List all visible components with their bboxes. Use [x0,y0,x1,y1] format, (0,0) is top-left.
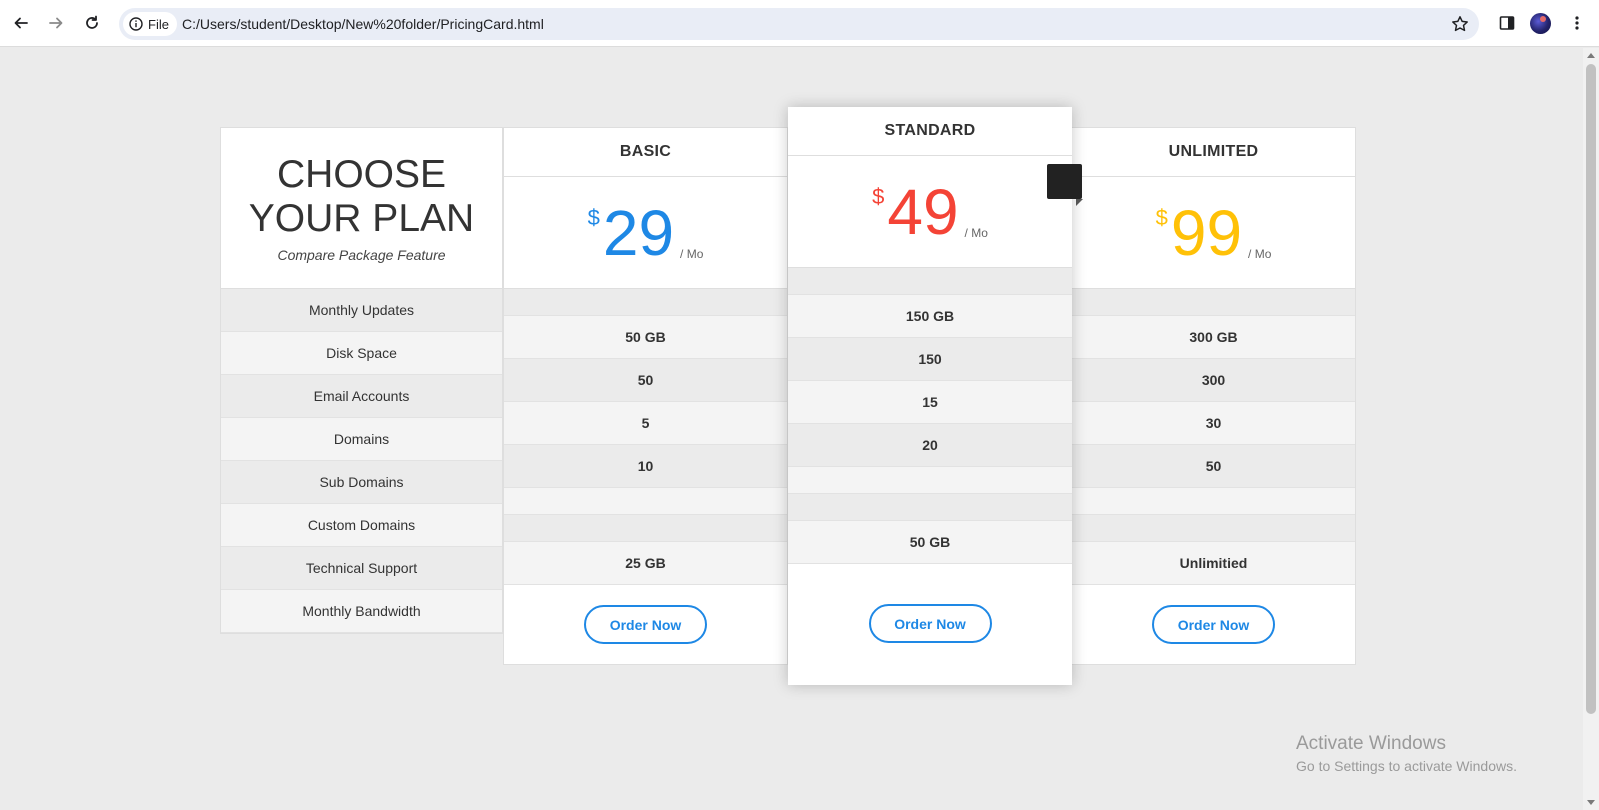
plan-value [504,515,787,542]
feature-header: CHOOSE YOUR PLAN Compare Package Feature [221,128,502,289]
site-info-chip[interactable]: File [123,12,177,36]
file-chip-label: File [148,16,169,32]
currency-symbol: $ [1155,204,1168,230]
plan-value: 15 [788,381,1072,424]
price-period: / Mo [964,225,988,240]
plan-name: BASIC [504,128,787,177]
order-now-button-standard[interactable]: Order Now [868,604,992,643]
feature-label: Monthly Bandwidth [221,590,502,633]
plan-value [504,289,787,316]
feature-label: Domains [221,418,502,461]
feature-label: Monthly Updates [221,289,502,332]
bookmark-button[interactable] [1449,13,1471,35]
plan-value: 50 GB [788,521,1072,564]
plan-name: STANDARD [788,107,1072,156]
order-now-button-unlimited[interactable]: Order Now [1152,605,1275,644]
order-area: Order Now [788,564,1072,683]
currency-symbol: $ [872,183,885,209]
feature-column: CHOOSE YOUR PLAN Compare Package Feature… [220,127,503,634]
plan-value [788,494,1072,521]
plan-value: 30 [1072,402,1355,445]
page-subtitle: Compare Package Feature [277,247,446,263]
title-line-1: CHOOSE [276,153,447,196]
windows-activation-watermark: Activate Windows Go to Settings to activ… [1296,733,1517,774]
plan-price: $ 49 / Mo [788,156,1072,268]
reload-button[interactable] [81,12,103,34]
price-period: / Mo [1248,246,1272,261]
plan-value: 50 [1072,445,1355,488]
plan-value [788,268,1072,295]
order-now-button-basic[interactable]: Order Now [584,605,707,644]
browser-menu-button[interactable] [1566,12,1588,34]
order-area: Order Now [1072,585,1355,664]
plan-value: 50 [504,359,787,402]
scroll-thumb[interactable] [1586,64,1596,714]
plan-card-basic: BASIC $ 29 / Mo 50 GB 50 5 10 25 GB Orde… [503,127,788,665]
plan-card-standard: STANDARD $ 49 / Mo 150 GB 150 15 20 50 G… [788,107,1072,685]
feature-label: Disk Space [221,332,502,375]
scroll-down-icon[interactable] [1587,800,1595,805]
plan-value: 20 [788,424,1072,467]
featured-ribbon [1047,164,1083,206]
plan-value: 50 GB [504,316,787,359]
plan-value [504,488,787,515]
price-period: / Mo [680,246,704,261]
info-icon [129,17,143,31]
plan-value [788,467,1072,494]
plan-value: Unlimitied [1072,542,1355,585]
arrow-left-icon [14,17,28,29]
feature-label: Technical Support [221,547,502,590]
url-text[interactable]: C:/Users/student/Desktop/New%20folder/Pr… [182,16,544,32]
watermark-subtitle: Go to Settings to activate Windows. [1296,758,1517,774]
price-amount: 99 [1170,196,1243,269]
page-title: CHOOSE YOUR PLAN [249,153,474,241]
page-scrollbar[interactable] [1583,48,1599,810]
feature-list: Monthly Updates Disk Space Email Account… [221,289,502,633]
price-amount: 49 [887,175,959,248]
plan-value: 25 GB [504,542,787,585]
plan-value: 150 [788,338,1072,381]
side-panel-icon [1499,16,1515,30]
plan-price: $ 29 / Mo [504,177,787,289]
plan-name: UNLIMITED [1072,128,1355,177]
plan-value: 300 GB [1072,316,1355,359]
more-vert-icon [1575,16,1579,30]
address-bar[interactable]: File C:/Users/student/Desktop/New%20fold… [119,8,1479,40]
feature-label: Email Accounts [221,375,502,418]
plan-value: 10 [504,445,787,488]
plan-card-unlimited: UNLIMITED $ 99 / Mo 300 GB 300 30 50 Unl… [1071,127,1356,665]
currency-symbol: $ [587,204,600,230]
watermark-title: Activate Windows [1296,733,1446,754]
order-area: Order Now [504,585,787,664]
plan-value [1072,488,1355,515]
reload-icon [86,15,98,29]
scroll-up-icon[interactable] [1587,53,1595,58]
back-button[interactable] [10,12,32,34]
plan-price: $ 99 / Mo [1072,177,1355,289]
forward-button[interactable] [45,12,67,34]
plan-value: 5 [504,402,787,445]
plan-value [1072,515,1355,542]
feature-label: Sub Domains [221,461,502,504]
profile-avatar[interactable] [1530,13,1551,34]
plan-value [1072,289,1355,316]
arrow-right-icon [49,17,63,29]
plan-value: 150 GB [788,295,1072,338]
plan-value: 300 [1072,359,1355,402]
side-panel-button[interactable] [1496,12,1518,34]
browser-toolbar: File C:/Users/student/Desktop/New%20fold… [0,0,1599,47]
feature-label: Custom Domains [221,504,502,547]
title-line-2: YOUR PLAN [248,197,475,240]
star-icon [1452,16,1468,32]
price-amount: 29 [602,196,675,269]
